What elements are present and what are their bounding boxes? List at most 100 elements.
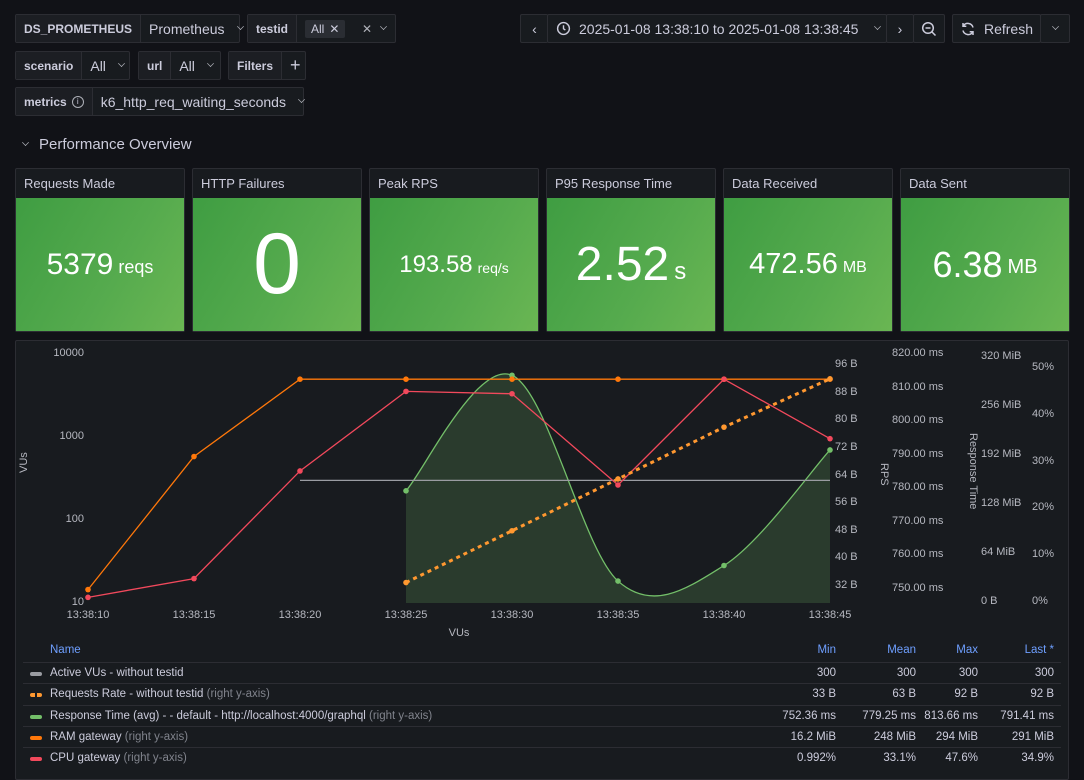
legend-header-min[interactable]: Min xyxy=(756,644,836,656)
response-time-y-tick-label: 810.00 ms xyxy=(892,380,944,393)
right-axis-note: (right y-axis) xyxy=(206,688,270,701)
data-point-ram-gateway xyxy=(297,376,303,383)
ram-y-tick-label: 256 MiB xyxy=(981,399,1022,411)
series-color-swatch xyxy=(30,693,42,698)
cpu-y-tick-label: 40% xyxy=(1032,407,1055,420)
cpu-y-tick-label: 30% xyxy=(1032,454,1055,467)
data-point-ram-gateway xyxy=(191,453,197,460)
legend-row[interactable]: Response Time (avg) - - default - http:/… xyxy=(23,704,1061,726)
response-time-axis-label: Response Time xyxy=(967,433,979,510)
legend-min-value: 300 xyxy=(816,667,836,679)
response-time-y-tick-label: 750.00 ms xyxy=(892,582,944,594)
data-point-ram-gateway xyxy=(403,376,409,383)
x-tick-label: 13:38:10 xyxy=(66,609,110,621)
legend-last-value: 34.9% xyxy=(1021,752,1054,765)
rps-y-tick-label: 64 B xyxy=(835,468,858,481)
data-point-cpu-gateway xyxy=(827,435,833,442)
right-axis-note: (right y-axis) xyxy=(123,752,187,765)
data-point-cpu-gateway xyxy=(85,594,91,601)
legend-min-value: 752.36 ms xyxy=(782,709,836,722)
ram-y-tick-label: 0 B xyxy=(981,595,998,607)
x-tick-label: 13:38:25 xyxy=(384,609,428,621)
series-color-swatch xyxy=(30,735,42,740)
series-color-swatch xyxy=(30,757,42,762)
data-point-cpu-gateway xyxy=(403,388,409,395)
rps-y-tick-label: 56 B xyxy=(835,496,858,509)
data-point-ram-gateway xyxy=(85,586,91,593)
data-point-cpu-gateway xyxy=(297,468,303,474)
legend-min-value: 0.992% xyxy=(796,752,836,765)
x-tick-label: 13:38:40 xyxy=(702,609,746,621)
response-time-y-tick-label: 770.00 ms xyxy=(892,514,944,527)
rps-y-tick-label: 72 B xyxy=(835,440,858,453)
legend-max-value: 92 B xyxy=(954,688,978,701)
rps-y-tick-label: 40 B xyxy=(835,551,858,564)
data-point-requests-rate-without-testid xyxy=(615,476,621,482)
data-point-cpu-gateway xyxy=(721,376,727,383)
response-time-y-tick-label: 780.00 ms xyxy=(892,481,944,494)
data-point-ram-gateway xyxy=(615,376,621,383)
legend-row[interactable]: CPU gateway (right y-axis) 0.992% 33.1% 47.… xyxy=(23,747,1061,768)
legend-last-value: 791.41 ms xyxy=(1000,709,1054,722)
legend-max-value: 813.66 ms xyxy=(924,709,978,722)
legend-header-last[interactable]: Last * xyxy=(974,644,1054,656)
ram-y-tick-label: 320 MiB xyxy=(981,350,1022,362)
left-y-tick-label: 10000 xyxy=(53,347,84,359)
legend-max-value: 47.6% xyxy=(945,752,978,765)
legend-row[interactable]: Requests Rate - without testid (right y-… xyxy=(23,683,1061,704)
left-y-tick-label: 10 xyxy=(71,596,84,608)
rps-y-tick-label: 32 B xyxy=(835,579,858,591)
ram-y-tick-label: 128 MiB xyxy=(981,497,1022,509)
cpu-y-tick-label: 10% xyxy=(1032,548,1055,561)
series-color-swatch xyxy=(30,714,42,719)
response-time-y-tick-label: 760.00 ms xyxy=(892,548,944,561)
data-point-requests-rate-without-testid xyxy=(827,376,833,382)
legend-min-value: 16.2 MiB xyxy=(790,730,836,743)
data-point-response-time-avg-default-http xyxy=(721,562,727,569)
cpu-y-tick-label: 20% xyxy=(1032,501,1055,514)
legend-series-name[interactable]: CPU gateway (right y-axis) xyxy=(50,752,187,764)
legend-max-value: 300 xyxy=(958,667,978,679)
x-tick-label: 13:38:45 xyxy=(808,609,852,621)
rps-axis-label: RPS xyxy=(878,463,890,486)
legend-row[interactable]: Active VUs - without testid 300 300 300 300 xyxy=(23,662,1061,683)
x-tick-label: 13:38:30 xyxy=(490,609,534,621)
x-tick-label: 13:38:20 xyxy=(278,609,322,621)
legend-series-name[interactable]: Requests Rate - without testid (right y-… xyxy=(50,688,270,700)
legend-last-value: 92 B xyxy=(1030,688,1054,701)
ram-y-tick-label: 64 MiB xyxy=(981,546,1016,558)
rps-y-tick-label: 48 B xyxy=(835,523,858,536)
cpu-y-tick-label: 0% xyxy=(1032,595,1048,607)
legend-max-value: 294 MiB xyxy=(935,730,978,743)
data-point-response-time-avg-default-http xyxy=(615,578,621,584)
data-point-cpu-gateway xyxy=(191,575,197,582)
legend-header-name[interactable]: Name xyxy=(50,644,81,656)
response-time-y-tick-label: 820.00 ms xyxy=(892,347,944,359)
ram-y-tick-label: 192 MiB xyxy=(981,448,1022,460)
left-y-tick-label: 1000 xyxy=(59,430,84,442)
legend-last-value: 291 MiB xyxy=(1011,730,1054,743)
cpu-y-tick-label: 50% xyxy=(1032,361,1055,373)
legend-series-name[interactable]: Response Time (avg) - - default - http:/… xyxy=(50,710,432,722)
x-axis-label: VUs xyxy=(448,627,470,639)
left-y-tick-label: 100 xyxy=(65,513,84,525)
legend-series-name[interactable]: RAM gateway (right y-axis) xyxy=(50,731,188,743)
legend-series-name[interactable]: Active VUs - without testid xyxy=(50,667,184,679)
legend-last-value: 300 xyxy=(1034,667,1054,679)
timeseries-chart[interactable] xyxy=(0,0,1084,640)
data-point-response-time-avg-default-http xyxy=(403,488,409,494)
data-point-cpu-gateway xyxy=(509,390,515,397)
data-point-requests-rate-without-testid xyxy=(509,527,515,534)
legend-row[interactable]: RAM gateway (right y-axis) 16.2 MiB 248 Mi… xyxy=(23,725,1061,747)
rps-y-tick-label: 88 B xyxy=(835,385,858,398)
x-tick-label: 13:38:35 xyxy=(596,609,640,621)
right-axis-note: (right y-axis) xyxy=(124,730,189,743)
rps-y-tick-label: 80 B xyxy=(835,413,858,426)
data-point-requests-rate-without-testid xyxy=(721,424,727,430)
data-point-requests-rate-without-testid xyxy=(403,579,409,586)
series-color-swatch xyxy=(30,672,42,676)
legend-header-max[interactable]: Max xyxy=(898,644,978,656)
right-axis-note: (right y-axis) xyxy=(368,709,433,722)
response-time-y-tick-label: 800.00 ms xyxy=(892,414,944,427)
response-time-y-tick-label: 790.00 ms xyxy=(892,447,944,460)
